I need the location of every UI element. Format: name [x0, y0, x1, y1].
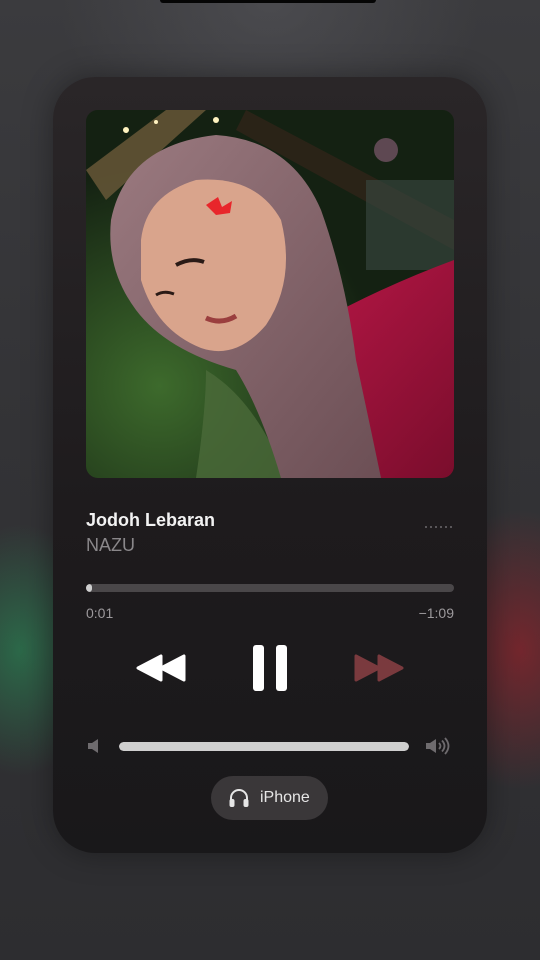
pause-button[interactable] [252, 644, 288, 692]
rewind-button[interactable] [135, 654, 187, 682]
more-options-icon[interactable] [425, 524, 453, 530]
headphones-icon [228, 788, 250, 813]
fast-forward-button[interactable] [353, 654, 405, 682]
pause-icon [253, 645, 287, 691]
rewind-icon [136, 654, 186, 682]
status-bar-handle [160, 0, 376, 3]
speaker-low-icon [87, 738, 101, 759]
volume-level-fill [119, 742, 409, 751]
playback-scrubber[interactable] [86, 584, 454, 592]
now-playing-card: Jodoh Lebaran NAZU 0:01 −1:09 iPhone [53, 77, 487, 853]
playback-progress-fill [86, 584, 92, 592]
album-artwork[interactable] [86, 110, 454, 478]
fast-forward-icon [354, 654, 404, 682]
remaining-time: −1:09 [418, 605, 454, 621]
speaker-high-icon [425, 737, 453, 760]
track-artist[interactable]: NAZU [86, 535, 135, 556]
elapsed-time: 0:01 [86, 605, 114, 621]
artwork-image [86, 110, 454, 478]
audio-output-button[interactable]: iPhone [211, 776, 328, 820]
audio-output-label: iPhone [260, 789, 310, 806]
track-title: Jodoh Lebaran [86, 510, 216, 530]
volume-slider[interactable] [119, 742, 409, 751]
